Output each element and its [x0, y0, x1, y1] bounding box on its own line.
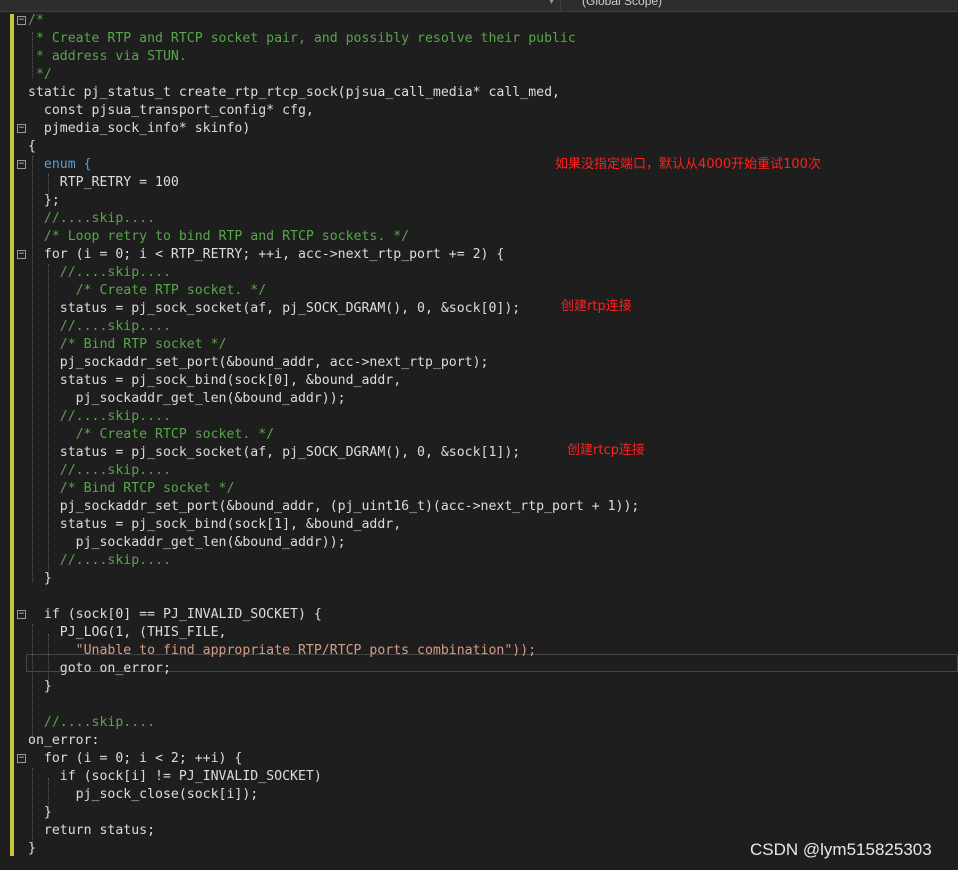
code-line[interactable]: RTP_RETRY = 100	[0, 174, 958, 192]
code-line[interactable]: /* Loop retry to bind RTP and RTCP socke…	[0, 228, 958, 246]
code-line[interactable]: //....skip....	[0, 210, 958, 228]
member-dropdown[interactable]	[0, 0, 561, 11]
code-line[interactable]: const pjsua_transport_config* cfg,	[0, 102, 958, 120]
code-line[interactable]: status = pj_sock_bind(sock[1], &bound_ad…	[0, 516, 958, 534]
code-line[interactable]: status = pj_sock_socket(af, pj_SOCK_DGRA…	[0, 444, 958, 462]
code-line[interactable]: */	[0, 66, 958, 84]
code-line[interactable]: * address via STUN.	[0, 48, 958, 66]
code-line[interactable]: status = pj_sock_bind(sock[0], &bound_ad…	[0, 372, 958, 390]
code-line[interactable]: pj_sockaddr_set_port(&bound_addr, acc->n…	[0, 354, 958, 372]
scope-dropdown[interactable]: (Global Scope)	[582, 0, 662, 8]
collapse-icon[interactable]: −	[17, 16, 26, 25]
code-line[interactable]: pj_sockaddr_get_len(&bound_addr));	[0, 390, 958, 408]
code-line[interactable]: static pj_status_t create_rtp_rtcp_sock(…	[0, 84, 958, 102]
code-line[interactable]: //....skip....	[0, 318, 958, 336]
code-editor[interactable]: − /* * Create RTP and RTCP socket pair, …	[0, 12, 958, 870]
code-line[interactable]: "Unable to find appropriate RTP/RTCP por…	[0, 642, 958, 660]
code-line[interactable]: /* Create RTP socket. */	[0, 282, 958, 300]
annotation-rtp-note: 创建rtp连接	[561, 299, 632, 314]
code-line[interactable]: − pjmedia_sock_info* skinfo)	[0, 120, 958, 138]
collapse-icon[interactable]: −	[17, 754, 26, 763]
code-line[interactable]: //....skip....	[0, 462, 958, 480]
code-line[interactable]: − if (sock[0] == PJ_INVALID_SOCKET) {	[0, 606, 958, 624]
code-line[interactable]: }	[0, 570, 958, 588]
code-line[interactable]: status = pj_sock_socket(af, pj_SOCK_DGRA…	[0, 300, 958, 318]
editor-navigation-bar: ▾ (Global Scope)	[0, 0, 958, 12]
code-line[interactable]: //....skip....	[0, 408, 958, 426]
code-line[interactable]: * Create RTP and RTCP socket pair, and p…	[0, 30, 958, 48]
code-line[interactable]: if (sock[i] != PJ_INVALID_SOCKET)	[0, 768, 958, 786]
collapse-icon[interactable]: −	[17, 610, 26, 619]
code-line[interactable]: }	[0, 804, 958, 822]
watermark: CSDN @lym515825303	[750, 840, 932, 859]
annotation-retry-note: 如果没指定端口，默认从4000开始重试100次	[555, 157, 821, 172]
code-line[interactable]: PJ_LOG(1, (THIS_FILE,	[0, 624, 958, 642]
code-line[interactable]: /* Bind RTCP socket */	[0, 480, 958, 498]
code-line[interactable]: − for (i = 0; i < 2; ++i) {	[0, 750, 958, 768]
code-line[interactable]: //....skip....	[0, 552, 958, 570]
code-line[interactable]: //....skip....	[0, 264, 958, 282]
collapse-icon[interactable]: −	[17, 124, 26, 133]
annotation-rtcp-note: 创建rtcp连接	[567, 443, 645, 458]
code-line[interactable]	[0, 588, 958, 606]
code-line[interactable]: pj_sockaddr_set_port(&bound_addr, (pj_ui…	[0, 498, 958, 516]
collapse-icon[interactable]: −	[17, 160, 26, 169]
code-line[interactable]: /* Create RTCP socket. */	[0, 426, 958, 444]
code-line[interactable]: pj_sock_close(sock[i]);	[0, 786, 958, 804]
code-line[interactable]	[0, 696, 958, 714]
code-line[interactable]: return status;	[0, 822, 958, 840]
code-line[interactable]: //....skip....	[0, 714, 958, 732]
code-line[interactable]: on_error:	[0, 732, 958, 750]
code-line[interactable]: − /*	[0, 12, 958, 30]
code-line[interactable]: − for (i = 0; i < RTP_RETRY; ++i, acc->n…	[0, 246, 958, 264]
chevron-down-icon[interactable]: ▾	[549, 0, 554, 7]
code-line[interactable]: }	[0, 678, 958, 696]
collapse-icon[interactable]: −	[17, 250, 26, 259]
code-line[interactable]: /* Bind RTP socket */	[0, 336, 958, 354]
code-line[interactable]: goto on_error;	[0, 660, 958, 678]
code-line[interactable]: };	[0, 192, 958, 210]
code-line[interactable]: pj_sockaddr_get_len(&bound_addr));	[0, 534, 958, 552]
